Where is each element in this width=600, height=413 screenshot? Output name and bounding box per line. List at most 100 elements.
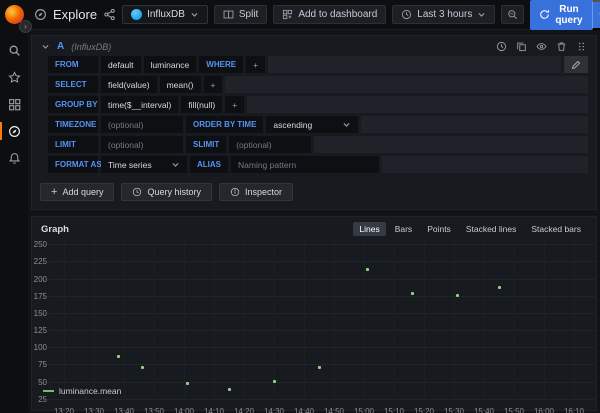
data-point <box>228 388 231 391</box>
gridline-vertical <box>484 240 485 403</box>
run-query-button[interactable]: Run query <box>530 0 591 30</box>
select-aggregation-segment[interactable]: mean() <box>160 76 201 93</box>
graph-mode-stacked-lines[interactable]: Stacked lines <box>460 222 523 236</box>
datasource-picker[interactable]: InfluxDB <box>122 5 208 24</box>
edit-query-pencil-button[interactable] <box>564 56 588 73</box>
data-point <box>498 286 501 289</box>
x-axis-tick-label: 13:20 <box>54 407 74 413</box>
from-policy-segment[interactable]: default <box>101 56 141 73</box>
inspector-label: Inspector <box>245 187 282 197</box>
gridline-vertical <box>244 240 245 403</box>
add-query-button[interactable]: + Add query <box>40 183 114 201</box>
graph-mode-points[interactable]: Points <box>421 222 457 236</box>
zoom-out-time-button[interactable] <box>501 5 524 24</box>
group-by-fill-segment[interactable]: fill(null) <box>181 96 222 113</box>
group-by-time-segment[interactable]: time($__interval) <box>101 96 178 113</box>
time-range-picker[interactable]: Last 3 hours <box>392 5 495 24</box>
where-add-button[interactable]: + <box>246 56 265 73</box>
gridline-vertical <box>514 240 515 403</box>
share-icon[interactable] <box>103 8 116 21</box>
y-axis-tick-label: 175 <box>32 292 47 301</box>
row-filler <box>382 156 588 173</box>
datasource-picker-label: InfluxDB <box>147 9 185 20</box>
sidebar-nav <box>0 40 28 168</box>
add-query-label: Add query <box>62 187 103 197</box>
query-editor-panel: A (InfluxDB) <box>31 35 597 210</box>
limit-input[interactable] <box>101 136 183 153</box>
history-icon[interactable] <box>496 41 507 52</box>
sidebar-expand-button[interactable]: › <box>19 20 32 33</box>
sidebar-item-dashboards[interactable] <box>0 94 28 114</box>
drag-handle-icon[interactable] <box>576 41 587 52</box>
sidebar-item-alerting[interactable] <box>0 148 28 168</box>
run-query-dropdown[interactable] <box>592 0 600 30</box>
graph-mode-bars[interactable]: Bars <box>389 222 418 236</box>
collapse-chevron-icon[interactable] <box>41 42 50 51</box>
chevron-down-icon <box>477 10 486 19</box>
legend-item[interactable]: luminance.mean <box>43 386 121 396</box>
x-axis-tick-label: 13:50 <box>144 407 164 413</box>
from-measurement-segment[interactable]: luminance <box>144 56 197 73</box>
info-circle-icon <box>230 187 240 197</box>
influxdb-logo-icon <box>131 9 142 20</box>
query-row-select: SELECT field(value) mean() + <box>48 76 588 93</box>
sidebar-item-search[interactable] <box>0 40 28 60</box>
page-title: Explore <box>53 7 97 22</box>
select-field-segment[interactable]: field(value) <box>101 76 157 93</box>
query-ref-id: A <box>57 41 64 52</box>
gridline-vertical <box>94 240 95 403</box>
select-add-button[interactable]: + <box>204 76 223 93</box>
x-axis-tick-label: 14:00 <box>174 407 194 413</box>
add-to-dashboard-button[interactable]: Add to dashboard <box>273 5 386 24</box>
format-as-select[interactable]: Time series <box>101 156 187 173</box>
gridline-vertical <box>64 240 65 403</box>
data-point <box>117 355 120 358</box>
chevron-down-icon <box>190 10 199 19</box>
slimit-input[interactable] <box>229 136 311 153</box>
format-as-value: Time series <box>108 160 152 170</box>
x-axis-tick-label: 14:20 <box>234 407 254 413</box>
query-actions: + Add query Query history Inspector <box>32 173 596 202</box>
search-icon <box>8 44 21 57</box>
chevron-down-icon <box>171 160 180 169</box>
timezone-input[interactable] <box>101 116 183 133</box>
sidebar-item-explore[interactable] <box>0 121 28 141</box>
plot-area[interactable]: 25507510012515017520022525013:2013:3013:… <box>49 240 595 403</box>
data-point <box>366 268 369 271</box>
y-axis-tick-label: 225 <box>32 257 47 266</box>
gridline-vertical <box>574 240 575 403</box>
eye-icon[interactable] <box>536 41 547 52</box>
alias-label: ALIAS <box>190 156 228 173</box>
topbar-right: Split Add to dashboard Last 3 hours <box>214 0 600 30</box>
graph-mode-lines[interactable]: Lines <box>353 222 385 236</box>
query-row-group-by: GROUP BY time($__interval) fill(null) + <box>48 96 588 113</box>
limit-label: LIMIT <box>48 136 98 153</box>
gridline-vertical <box>124 240 125 403</box>
x-axis-tick-label: 15:50 <box>504 407 524 413</box>
query-history-button[interactable]: Query history <box>121 183 212 201</box>
time-range-label: Last 3 hours <box>417 9 472 20</box>
x-axis-tick-label: 14:10 <box>204 407 224 413</box>
sync-icon <box>539 9 550 20</box>
x-axis-tick-label: 15:20 <box>414 407 434 413</box>
run-query-label: Run query <box>555 4 582 26</box>
explore-content: A (InfluxDB) <box>28 30 600 413</box>
gridline-vertical <box>184 240 185 403</box>
copy-icon[interactable] <box>516 41 527 52</box>
split-button[interactable]: Split <box>214 5 267 24</box>
gridline-vertical <box>334 240 335 403</box>
trash-icon[interactable] <box>556 41 567 52</box>
sidebar-item-starred[interactable] <box>0 67 28 87</box>
data-point <box>411 292 414 295</box>
run-query-button-group: Run query <box>530 0 600 30</box>
x-axis-tick-label: 14:30 <box>264 407 284 413</box>
alias-input[interactable] <box>231 156 379 173</box>
gridline-vertical <box>394 240 395 403</box>
x-axis-tick-label: 15:30 <box>444 407 464 413</box>
order-by-select[interactable]: ascending <box>266 116 358 133</box>
graph-panel: Graph LinesBarsPointsStacked linesStacke… <box>31 216 597 411</box>
graph-mode-stacked-bars[interactable]: Stacked bars <box>525 222 587 236</box>
inspector-button[interactable]: Inspector <box>219 183 293 201</box>
dashboards-grid-icon <box>8 98 21 111</box>
group-by-add-button[interactable]: + <box>225 96 244 113</box>
